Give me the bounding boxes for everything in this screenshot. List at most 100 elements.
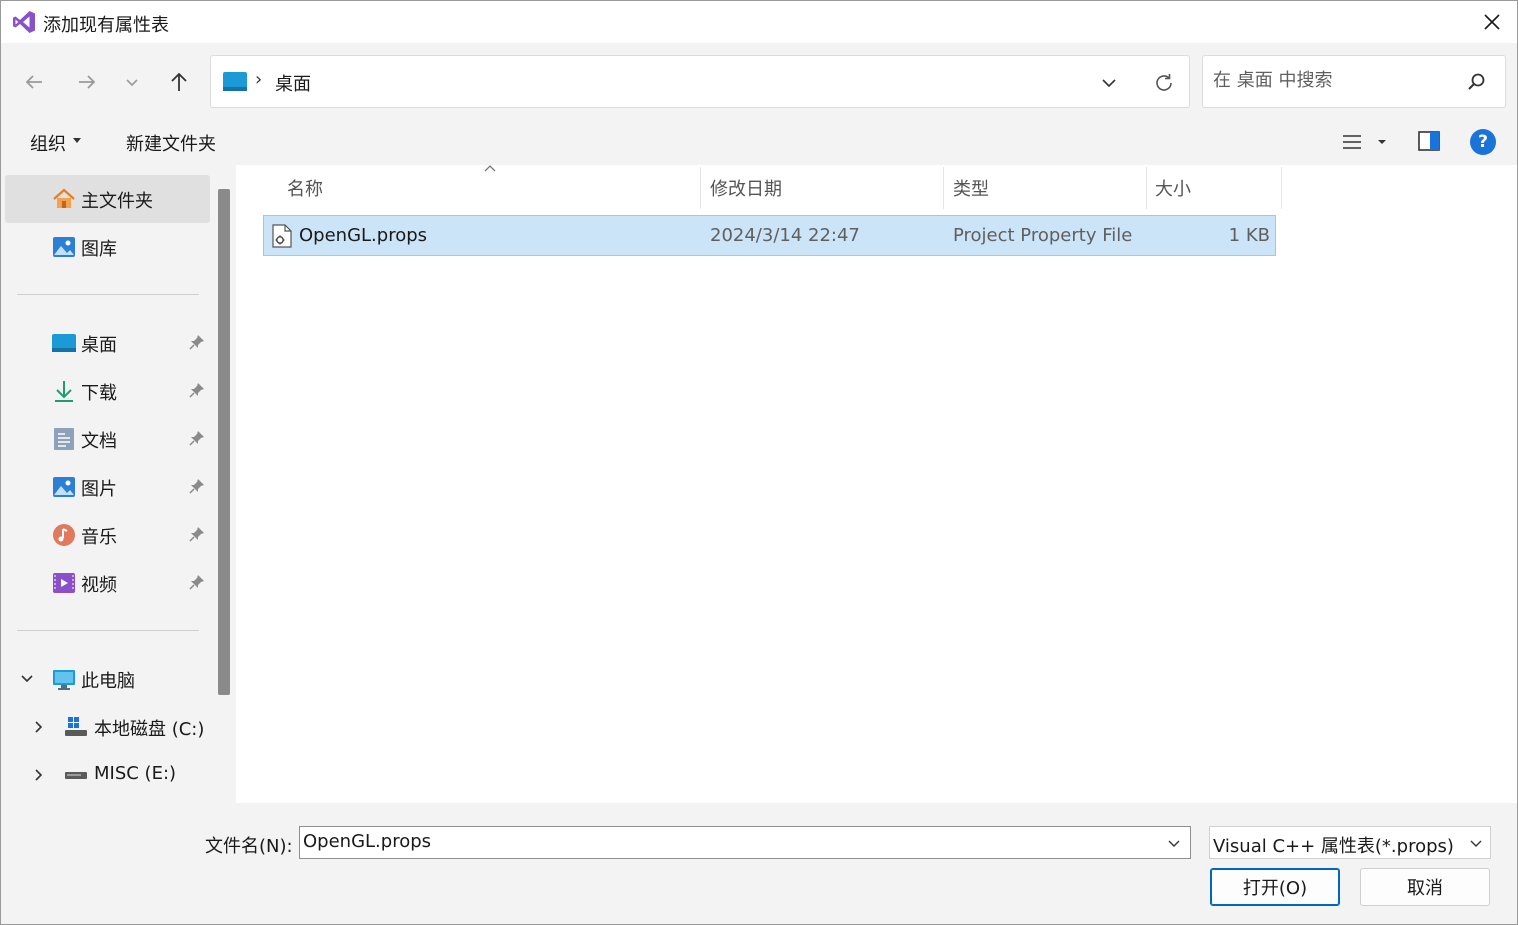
sidebar-item-label: 本地磁盘 (C:) bbox=[94, 719, 205, 740]
column-separator[interactable] bbox=[1281, 167, 1282, 209]
column-header-type[interactable]: 类型 bbox=[953, 175, 989, 201]
address-dropdown-button[interactable] bbox=[1095, 70, 1123, 96]
computer-icon bbox=[53, 670, 75, 690]
divider bbox=[17, 294, 199, 295]
sidebar-item-label: 视频 bbox=[81, 575, 117, 596]
arrow-right-icon bbox=[79, 75, 96, 89]
file-name: OpenGL.props bbox=[299, 225, 428, 246]
desktop-icon bbox=[52, 334, 76, 352]
search-box[interactable] bbox=[1202, 55, 1506, 108]
arrow-up-icon bbox=[171, 72, 187, 91]
music-icon bbox=[53, 524, 75, 546]
divider bbox=[17, 630, 199, 631]
column-header-modified[interactable]: 修改日期 bbox=[710, 175, 782, 201]
command-bar: 组织 新建文件夹 ? bbox=[1, 119, 1517, 165]
forward-button[interactable] bbox=[70, 65, 104, 99]
expand-toggle[interactable] bbox=[17, 669, 37, 689]
view-options-button[interactable] bbox=[1341, 131, 1391, 153]
sidebar-item-label: 音乐 bbox=[81, 527, 117, 548]
sidebar-item-label: 图库 bbox=[81, 239, 117, 260]
sidebar-item-gallery[interactable]: 图库 bbox=[5, 223, 210, 271]
file-type: Project Property File bbox=[953, 225, 1133, 246]
arrow-left-icon bbox=[25, 75, 42, 89]
caret-down-icon bbox=[73, 138, 81, 143]
sidebar-item-music[interactable]: 音乐 bbox=[5, 511, 210, 559]
sidebar-item-drive-e[interactable]: MISC (E:) bbox=[5, 751, 210, 799]
download-icon bbox=[55, 381, 73, 402]
expand-toggle[interactable] bbox=[29, 765, 49, 785]
filetype-select[interactable]: Visual C++ 属性表(*.props) bbox=[1209, 826, 1491, 859]
chevron-down-icon bbox=[1470, 840, 1482, 847]
filename-label: 文件名(N): bbox=[205, 836, 293, 857]
drive-icon bbox=[65, 772, 87, 779]
search-input[interactable] bbox=[1213, 70, 1463, 91]
sidebar-item-label: 图片 bbox=[81, 479, 117, 500]
filename-input[interactable] bbox=[303, 831, 1143, 852]
property-file-icon bbox=[272, 224, 292, 248]
sidebar-item-pictures[interactable]: 图片 bbox=[5, 463, 210, 511]
close-button[interactable] bbox=[1471, 5, 1513, 39]
sidebar-scrollbar-thumb[interactable] bbox=[218, 189, 230, 695]
up-button[interactable] bbox=[162, 65, 196, 99]
chevron-right-icon bbox=[35, 721, 43, 733]
back-button[interactable] bbox=[17, 65, 51, 99]
sidebar-item-label: 此电脑 bbox=[81, 671, 135, 692]
refresh-button[interactable] bbox=[1149, 68, 1179, 98]
chevron-right-icon bbox=[35, 769, 43, 781]
file-modified: 2024/3/14 22:47 bbox=[710, 225, 860, 246]
home-icon bbox=[53, 188, 75, 208]
open-button[interactable]: 打开(O) bbox=[1210, 868, 1340, 906]
file-row[interactable]: OpenGL.props 2024/3/14 22:47 Project Pro… bbox=[263, 215, 1276, 256]
chevron-down-icon[interactable] bbox=[1166, 835, 1182, 851]
sidebar-item-drive-c[interactable]: 本地磁盘 (C:) bbox=[5, 703, 210, 751]
address-bar[interactable]: › 桌面 bbox=[210, 55, 1190, 108]
sidebar-item-label: 主文件夹 bbox=[81, 191, 153, 212]
navigation-bar: › 桌面 bbox=[1, 43, 1517, 119]
close-icon bbox=[1484, 14, 1500, 30]
sidebar-item-label: 桌面 bbox=[81, 335, 117, 356]
sort-ascending-icon bbox=[484, 165, 496, 172]
visual-studio-logo-icon bbox=[13, 11, 35, 33]
pin-icon[interactable] bbox=[189, 526, 205, 542]
new-folder-button[interactable]: 新建文件夹 bbox=[126, 130, 216, 156]
pin-icon[interactable] bbox=[189, 430, 205, 446]
sidebar-item-this-pc[interactable]: 此电脑 bbox=[5, 655, 210, 703]
help-button[interactable]: ? bbox=[1470, 129, 1496, 155]
desktop-icon bbox=[223, 72, 247, 91]
sidebar-item-downloads[interactable]: 下载 bbox=[5, 367, 210, 415]
file-list: 名称 修改日期 类型 大小 OpenGL.props 2024/3/14 22:… bbox=[241, 165, 1517, 803]
sidebar-item-videos[interactable]: 视频 bbox=[5, 559, 210, 607]
column-separator[interactable] bbox=[700, 167, 701, 209]
sidebar-item-home[interactable]: 主文件夹 bbox=[5, 175, 210, 223]
gallery-icon bbox=[53, 237, 75, 257]
breadcrumb-separator: › bbox=[255, 69, 263, 90]
column-separator[interactable] bbox=[1146, 167, 1147, 209]
organize-menu-button[interactable]: 组织 bbox=[30, 130, 66, 156]
pin-icon[interactable] bbox=[189, 478, 205, 494]
pictures-icon bbox=[53, 477, 75, 497]
search-icon bbox=[1468, 73, 1485, 90]
chevron-down-icon bbox=[126, 79, 138, 87]
filename-combobox[interactable] bbox=[299, 826, 1191, 859]
column-header-size[interactable]: 大小 bbox=[1155, 175, 1191, 201]
title-bar: 添加现有属性表 bbox=[1, 1, 1517, 43]
recent-locations-button[interactable] bbox=[115, 65, 149, 99]
window-title: 添加现有属性表 bbox=[43, 15, 169, 36]
sidebar-item-label: MISC (E:) bbox=[94, 763, 177, 784]
pin-icon[interactable] bbox=[189, 574, 205, 590]
chevron-down-icon bbox=[21, 675, 33, 683]
sidebar-item-documents[interactable]: 文档 bbox=[5, 415, 210, 463]
expand-toggle[interactable] bbox=[29, 717, 49, 737]
sidebar-item-desktop[interactable]: 桌面 bbox=[5, 319, 210, 367]
pin-icon[interactable] bbox=[189, 382, 205, 398]
cancel-button[interactable]: 取消 bbox=[1360, 868, 1490, 906]
file-open-dialog: 添加现有属性表 › 桌面 在 桌面 中搜索 组织 新建文件夹 ? 主文件夹 图库… bbox=[0, 0, 1518, 925]
filetype-value: Visual C++ 属性表(*.props) bbox=[1213, 836, 1454, 857]
windows-drive-icon bbox=[65, 717, 87, 736]
column-separator[interactable] bbox=[943, 167, 944, 209]
column-header-name[interactable]: 名称 bbox=[287, 175, 323, 201]
document-icon bbox=[54, 428, 74, 450]
preview-pane-button[interactable] bbox=[1418, 131, 1440, 151]
pin-icon[interactable] bbox=[189, 334, 205, 350]
breadcrumb-desktop[interactable]: 桌面 bbox=[275, 70, 311, 96]
